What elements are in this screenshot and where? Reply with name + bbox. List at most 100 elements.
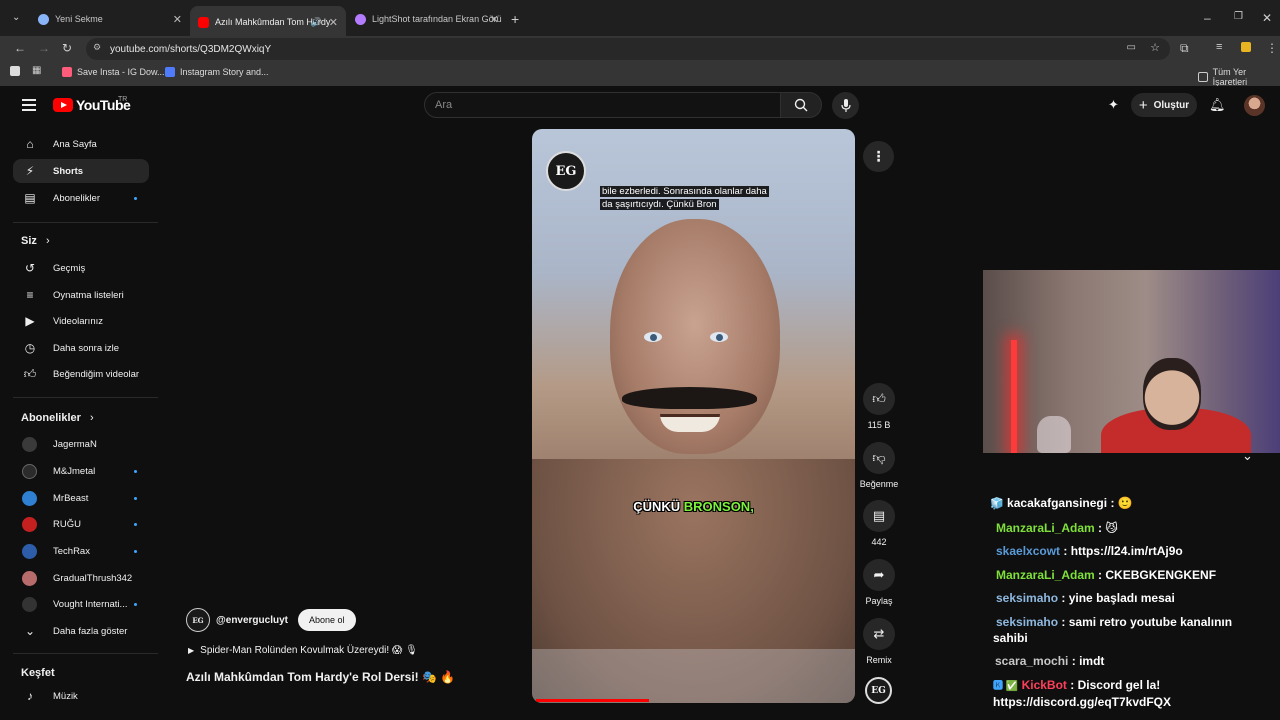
tab-new-tab[interactable]: Yeni Sekme ✕ [38, 8, 186, 30]
tab-lightshot[interactable]: LightShot tarafından Ekran Görü ✕ [355, 8, 503, 30]
notifications-bell-icon[interactable]: 🔔︎ [1209, 97, 1226, 113]
sidebar-channel-rugu[interactable]: RUĞU [13, 512, 149, 536]
extensions-icon[interactable]: ⧉ [1180, 41, 1189, 56]
reload-icon[interactable]: ↻ [62, 41, 72, 55]
search-input[interactable]: Ara [424, 92, 782, 118]
chat-message: ManzaraLi_Adam : CKEBGKENGKENF [996, 567, 1217, 582]
sidebar-channel-techrax[interactable]: TechRax [13, 539, 149, 563]
channel-name: Vought Internati... [53, 598, 128, 610]
profile-extension-icon[interactable] [1241, 42, 1251, 52]
drink-cup [1037, 416, 1071, 453]
subs-heading-label: Abonelikler [21, 412, 81, 424]
chat-message: ManzaraLi_Adam : 😼 [996, 520, 1118, 535]
sidebar-item-music[interactable]: ♪ Müzik [13, 684, 149, 708]
bookmark-star-icon[interactable]: ☆ [1150, 41, 1160, 54]
sidebar-channel-jagerman[interactable]: JagermaN [13, 432, 149, 456]
subtitle-line-2: da şaşırtıcıydı. Çünkü Bron [600, 199, 719, 210]
sidebar-item-label: Oynatma listeleri [53, 289, 124, 301]
sidebar-channel-mrbeast[interactable]: MrBeast [13, 486, 149, 510]
voice-search-button[interactable] [832, 92, 859, 119]
create-button[interactable]: + Oluştur [1131, 93, 1197, 117]
chat-username: skaelxcowt [996, 544, 1061, 558]
channel-avatar[interactable]: EG [186, 608, 210, 632]
sidebar-item-your-videos[interactable]: ▶ Videolarınız [13, 309, 149, 333]
tab-close-icon[interactable]: ✕ [490, 13, 499, 26]
sidebar-item-shorts[interactable]: ⚡ Shorts [13, 159, 149, 183]
address-bar[interactable]: ⚙ youtube.com/shorts/Q3DM2QWxiqY ▭ ☆ [86, 38, 1170, 60]
youtube-play-icon [53, 98, 73, 112]
minimize-icon[interactable]: – [1204, 11, 1211, 25]
browser-menu-icon[interactable]: ⋮ [1266, 41, 1278, 55]
channel-avatar-text: EG [192, 615, 204, 625]
cast-icon[interactable]: ✦ [1108, 97, 1119, 113]
comments-button[interactable]: ▤ 442 [856, 500, 902, 547]
search-placeholder: Ara [435, 99, 453, 111]
streamer-head [1143, 358, 1201, 430]
window-close-icon[interactable]: ✕ [1262, 11, 1272, 25]
chevron-down-icon[interactable]: ⌄ [1242, 448, 1253, 464]
restore-icon[interactable]: ❐ [1234, 11, 1243, 22]
you-section-heading[interactable]: Siz › [21, 235, 50, 247]
bookmark-save-insta[interactable]: Save Insta - IG Dow... [62, 67, 165, 77]
comments-count: 442 [871, 537, 887, 547]
video-description[interactable]: ▶ Spider-Man Rolünden Kovulmak Üzereydi! … [188, 645, 418, 656]
media-controls-icon[interactable]: ≡ [1216, 41, 1222, 53]
sidebar-item-history[interactable]: ↺ Geçmiş [13, 256, 149, 280]
new-content-dot [134, 549, 137, 553]
bookmark-instagram-story[interactable]: Instagram Story and... [165, 67, 269, 77]
channel-handle[interactable]: @envergucluyt [216, 615, 288, 626]
explore-section-heading: Keşfet [21, 667, 55, 679]
remix-button[interactable]: ⇄ Remix [856, 618, 902, 665]
tab-search-icon[interactable]: ⌄ [12, 12, 20, 23]
back-icon[interactable]: ← [14, 41, 26, 55]
search-button[interactable] [780, 92, 822, 118]
video-title[interactable]: Azılı Mahkûmdan Tom Hardy'e Rol Dersi! 🎭… [186, 670, 455, 684]
all-bookmarks-folder[interactable]: Tüm Yer İşaretleri [1198, 67, 1280, 87]
audio-playing-icon[interactable]: 🔊 [311, 17, 322, 28]
tab-youtube-active[interactable]: Azılı Mahkûmdan Tom Hardy 🔊 ✕ [190, 6, 346, 38]
bookmark-label: Instagram Story and... [180, 67, 269, 77]
account-avatar[interactable] [1244, 95, 1265, 116]
site-info-icon[interactable]: ⚙ [93, 42, 101, 53]
forward-icon[interactable]: → [38, 41, 50, 55]
red-led-light [1011, 340, 1017, 453]
new-content-dot [134, 469, 137, 473]
sidebar-item-home[interactable]: ⌂ Ana Sayfa [13, 132, 149, 156]
chat-username: scara_mochi [995, 654, 1069, 668]
tab-close-icon[interactable]: ✕ [329, 16, 338, 29]
sidebar-item-watch-later[interactable]: ◷ Daha sonra izle [13, 336, 149, 360]
sidebar-item-label: Müzik [53, 690, 78, 702]
sound-avatar-text: EG [871, 685, 886, 696]
more-options-button[interactable]: ⋮ [863, 141, 894, 172]
sidebar-item-liked-videos[interactable]: 👍︎ Beğendiğim videolar [13, 362, 149, 386]
apps-icon[interactable] [10, 66, 20, 76]
new-tab-icon[interactable]: + [511, 11, 519, 27]
sidebar-channel-mjmetal[interactable]: M&Jmetal [13, 459, 149, 483]
channel-avatar [22, 436, 37, 452]
sidebar-item-playlists[interactable]: ≡ Oynatma listeleri [13, 283, 149, 307]
tab-groups-icon[interactable]: ▦ [32, 65, 41, 76]
channel-avatar [22, 516, 37, 532]
sidebar-channel-vought[interactable]: Vought Internati... [13, 592, 149, 616]
tab-close-icon[interactable]: ✕ [173, 13, 182, 26]
sound-source-avatar[interactable]: EG [865, 677, 892, 704]
youtube-header: YouTube TR Ara ✦ + Oluştur 🔔︎ [0, 86, 1280, 126]
show-more-button[interactable]: ⌄ Daha fazla göster [13, 619, 149, 643]
chat-text: sahibi [993, 631, 1028, 645]
subscribe-button[interactable]: Abone ol [298, 609, 356, 631]
chat-text: Discord gel la! [1077, 677, 1161, 692]
menu-icon[interactable] [22, 99, 36, 111]
country-code: TR [118, 96, 128, 103]
share-button[interactable]: ➦ Paylaş [856, 559, 902, 606]
like-button[interactable]: 👍︎ 115 B [856, 383, 902, 430]
chat-text: CKEBGKENGKENF [1105, 567, 1217, 582]
sidebar-item-subscriptions[interactable]: ▤ Abonelikler [13, 186, 149, 210]
subscriptions-section-heading[interactable]: Abonelikler › [21, 412, 94, 424]
dislike-button[interactable]: 👎︎ Beğenme [856, 442, 902, 489]
chat-message-continuation: https://discord.gg/eqT7kvdFQX [990, 694, 1280, 710]
sidebar-channel-gradualthrush342[interactable]: GradualThrush342 [13, 566, 149, 590]
install-app-icon[interactable]: ▭ [1127, 42, 1136, 53]
show-more-label: Daha fazla göster [53, 625, 128, 637]
video-progress-bar[interactable] [536, 699, 650, 702]
shorts-video-player[interactable]: EG bile ezberledi. Sonrasında olanlar da… [532, 129, 855, 703]
